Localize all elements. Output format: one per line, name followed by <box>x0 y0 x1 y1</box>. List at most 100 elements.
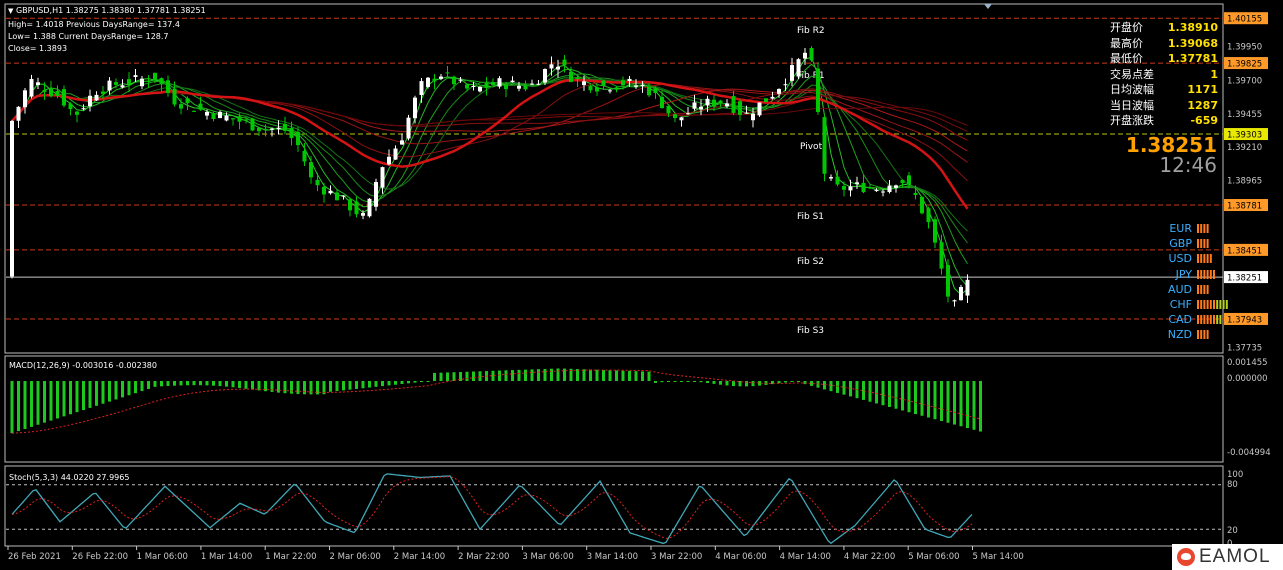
candle-body <box>55 90 60 97</box>
strength-bar <box>1206 239 1209 249</box>
macd-bar <box>667 381 670 382</box>
candle-body <box>101 91 105 94</box>
macd-bar <box>732 381 735 387</box>
candle-body <box>829 177 833 179</box>
strength-bar <box>1197 269 1199 279</box>
macd-bar <box>862 381 865 400</box>
macd-scale-1: 0.000000 <box>1227 374 1268 384</box>
candle-body <box>842 186 846 190</box>
candle-body <box>900 180 905 184</box>
time-axis-label-9: 3 Mar 14:00 <box>587 552 638 562</box>
candle-body <box>94 94 99 101</box>
macd-bar <box>673 381 677 382</box>
candle-body <box>764 98 768 102</box>
candle-body <box>731 96 736 113</box>
macd-bar <box>901 381 904 411</box>
macd-bar <box>972 381 976 430</box>
macd-bar <box>530 369 534 381</box>
candle-body <box>783 84 788 86</box>
symbol-ohlc-text: GBPUSD,H1 1.38275 1.38380 1.37781 1.3825… <box>15 6 206 15</box>
candle-body <box>29 78 34 97</box>
candle-body <box>562 59 567 66</box>
candle-body <box>159 78 164 84</box>
candle-body <box>335 192 339 201</box>
info-row-low: 最低价 1.37781 <box>1110 52 1218 65</box>
macd-bar <box>699 381 703 383</box>
time-axis-label-3: 1 Mar 14:00 <box>201 552 252 562</box>
candle-body <box>517 85 521 89</box>
candle-body <box>432 78 437 82</box>
strength-bar <box>1203 269 1206 279</box>
candle-body <box>491 82 495 86</box>
candle-body <box>621 80 625 86</box>
macd-bar <box>725 381 729 386</box>
currency-row-nzd: NZD <box>1130 327 1240 342</box>
candle-countdown-timer: 12:46 <box>1159 153 1217 177</box>
candle-body <box>861 182 866 193</box>
stochastic-lines: Stoch(5,3,3) 44.0220 27.996510080200 <box>6 470 1243 549</box>
macd-bar <box>615 370 618 381</box>
macd-bar <box>355 381 358 389</box>
macd-bar <box>550 368 553 381</box>
candle-body <box>582 81 586 86</box>
candle-body <box>920 196 924 214</box>
candle-body <box>614 87 619 89</box>
candle-body <box>530 83 534 85</box>
candle-body <box>939 242 944 269</box>
candle-body <box>913 192 918 196</box>
macd-bar <box>797 381 800 382</box>
macd-bar <box>348 381 352 390</box>
macd-bar <box>335 381 339 392</box>
candle-body <box>322 186 326 195</box>
candle-body <box>504 84 508 90</box>
macd-bar <box>706 381 709 383</box>
time-axis-label-12: 4 Mar 14:00 <box>780 552 831 562</box>
strength-bar <box>1197 330 1199 340</box>
candle-body <box>120 85 125 88</box>
candle-body <box>309 162 313 178</box>
strength-bar <box>1216 299 1219 309</box>
candle-body <box>848 186 853 191</box>
macd-bar <box>582 369 586 381</box>
currency-row-gbp: GBP <box>1130 236 1240 251</box>
macd-bar <box>686 381 690 382</box>
macd-bar <box>303 381 306 395</box>
price-axis-label-1: 1.39950 <box>1227 43 1262 53</box>
candle-body <box>341 195 346 197</box>
strength-bar <box>1200 224 1203 233</box>
strength-bars <box>1197 315 1222 325</box>
currency-name: USD <box>1168 252 1192 266</box>
strength-bars <box>1197 284 1209 294</box>
candle-body <box>634 85 638 87</box>
time-axis-label-1: 26 Feb 22:00 <box>72 552 128 562</box>
macd-bar <box>329 381 332 392</box>
time-axis-label-2: 1 Mar 06:00 <box>137 552 188 562</box>
candle-body <box>192 110 196 112</box>
candle-body <box>595 87 599 92</box>
macd-bar <box>23 381 27 429</box>
candle-body <box>478 86 482 92</box>
candle-body <box>523 85 528 90</box>
candle-body <box>75 111 79 115</box>
collapse-triangle-icon[interactable]: ▼ <box>8 7 13 15</box>
candle-body <box>387 156 391 165</box>
macd-bar <box>881 381 885 406</box>
time-axis-label-6: 2 Mar 14:00 <box>394 552 445 562</box>
macd-bar <box>225 381 228 387</box>
candle-body <box>965 279 970 296</box>
eamol-logo: EAMOL <box>1172 544 1283 570</box>
candle-body <box>302 150 307 162</box>
strength-bar <box>1206 284 1209 294</box>
candle-body <box>608 90 612 92</box>
currency-name: EUR <box>1169 222 1192 235</box>
candle-body <box>445 72 450 74</box>
macd-bar <box>186 381 189 386</box>
chart-canvas[interactable]: Fib R2Fib R1PivotFib S1Fib S2Fib S3 MACD… <box>0 0 1283 570</box>
level-label-pivot: Pivot <box>800 142 823 152</box>
macd-bar <box>888 381 891 407</box>
time-axis-label-11: 4 Mar 06:00 <box>715 552 766 562</box>
macd-bar <box>231 381 235 388</box>
macd-bar <box>946 381 950 423</box>
candle-body <box>933 219 937 243</box>
macd-bar <box>940 381 943 422</box>
